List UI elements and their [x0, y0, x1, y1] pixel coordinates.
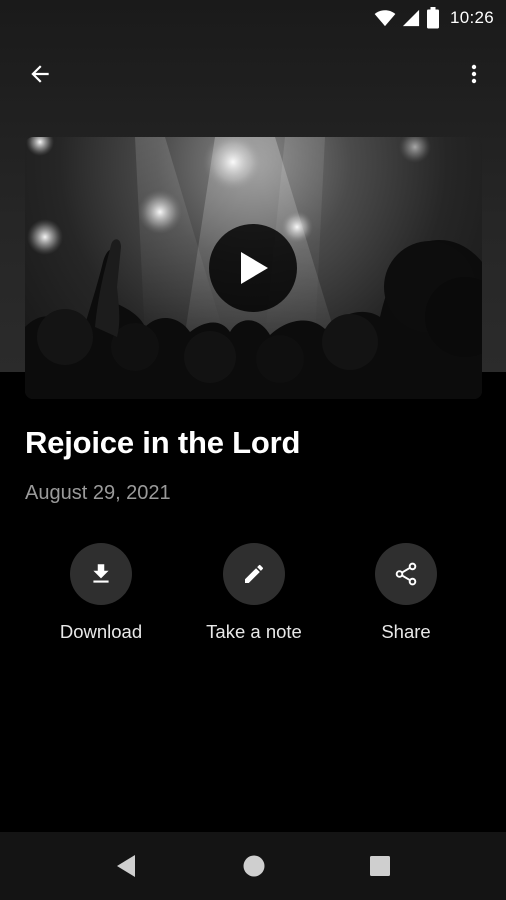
nav-back-triangle-icon	[117, 855, 135, 877]
wifi-icon	[374, 10, 396, 27]
nav-recents-square-icon	[370, 856, 390, 876]
nav-recents-button[interactable]	[364, 850, 396, 882]
share-button-circle[interactable]	[375, 543, 437, 605]
take-note-label: Take a note	[206, 621, 302, 642]
action-row: Download Take a note Share	[0, 543, 506, 653]
download-button[interactable]: Download	[31, 543, 171, 643]
video-thumbnail[interactable]	[25, 137, 482, 399]
pencil-icon	[245, 564, 264, 583]
back-button[interactable]	[20, 56, 60, 92]
share-icon	[395, 562, 417, 586]
sermon-title: Rejoice in the Lord	[25, 425, 301, 460]
sermon-detail-screen: 10:26 Rejoice in the Lord August 29, 202…	[0, 0, 506, 900]
cellular-signal-icon	[402, 9, 420, 27]
status-icons	[374, 7, 440, 29]
download-icon	[93, 564, 109, 583]
arrow-left-icon	[31, 65, 49, 83]
share-label: Share	[381, 621, 431, 642]
nav-back-button[interactable]	[110, 850, 142, 882]
more-vertical-icon	[471, 64, 477, 84]
share-button[interactable]: Share	[336, 543, 476, 643]
status-bar: 10:26	[0, 0, 506, 36]
nav-home-button[interactable]	[238, 850, 270, 882]
take-note-button[interactable]: Take a note	[184, 543, 324, 643]
system-nav-bar	[0, 832, 506, 900]
status-time: 10:26	[449, 8, 494, 27]
more-options-button[interactable]	[456, 56, 492, 92]
play-button[interactable]	[209, 224, 297, 312]
battery-icon	[426, 7, 439, 29]
app-bar	[0, 52, 506, 96]
take-note-button-circle[interactable]	[223, 543, 285, 605]
download-label: Download	[59, 621, 143, 642]
sermon-date: August 29, 2021	[25, 482, 171, 504]
nav-home-circle-icon	[243, 855, 265, 877]
play-icon	[241, 252, 268, 284]
download-button-circle[interactable]	[70, 543, 132, 605]
